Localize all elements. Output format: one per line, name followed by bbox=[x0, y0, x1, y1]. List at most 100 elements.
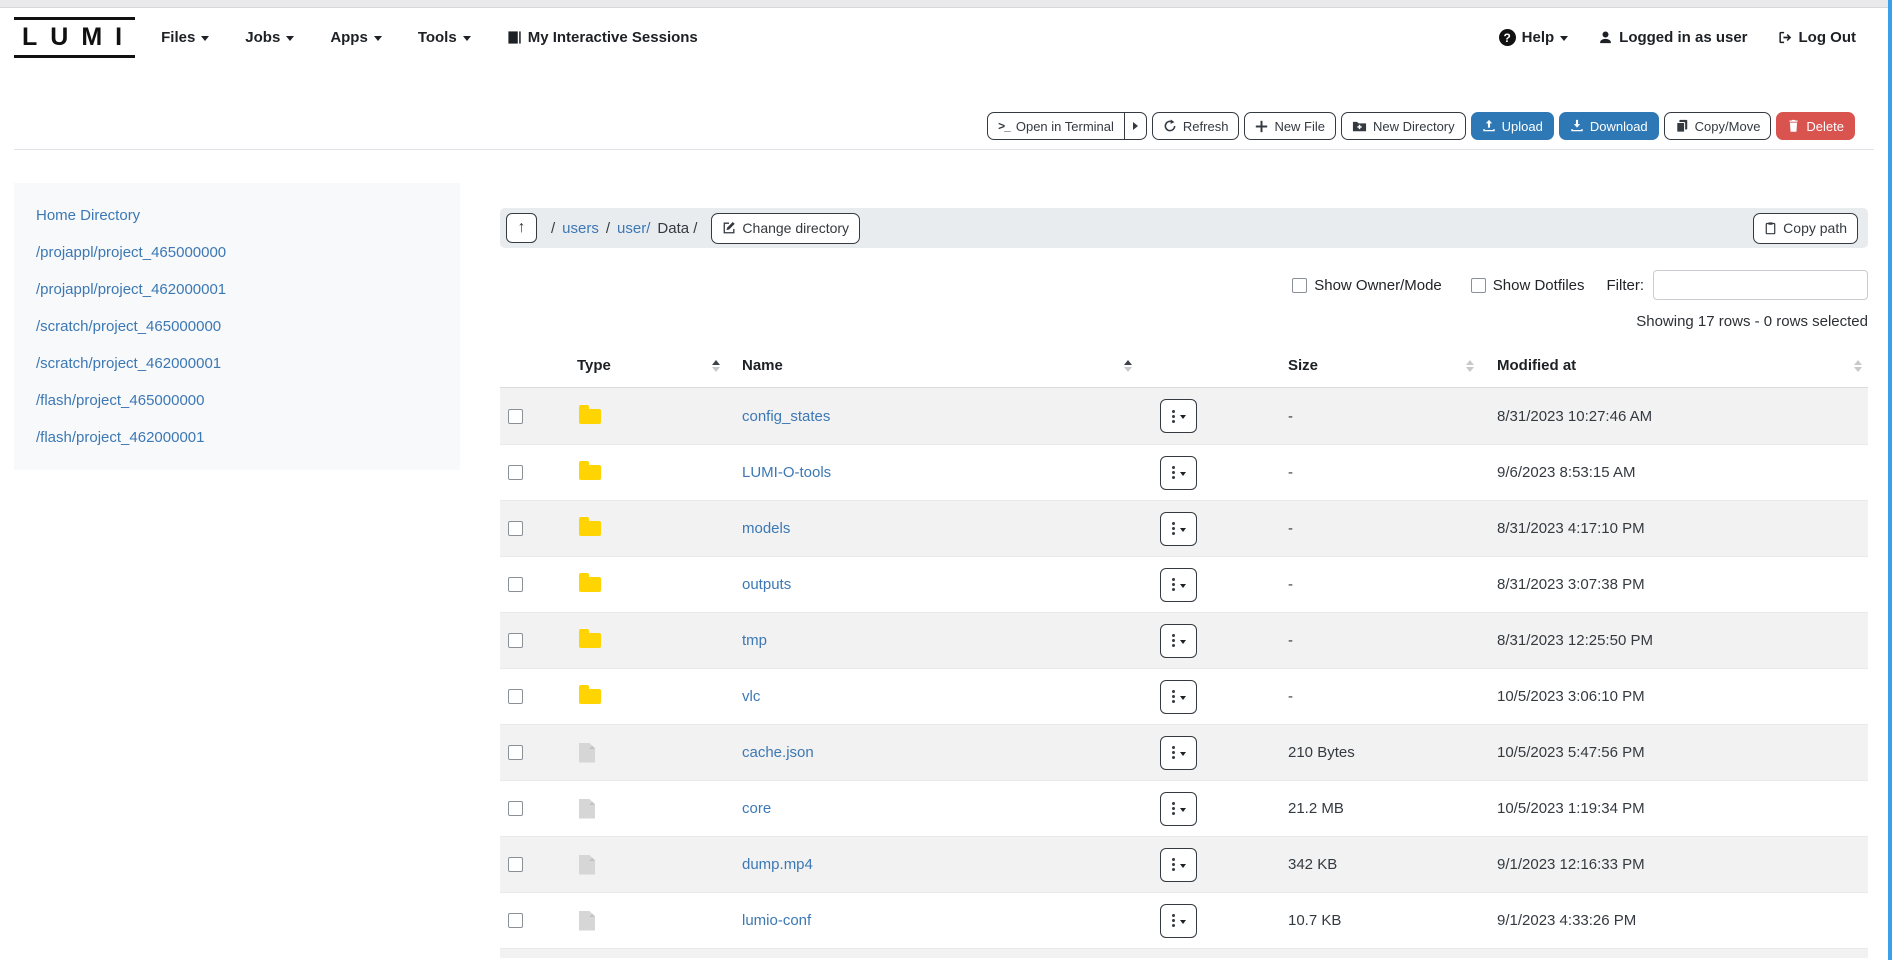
pencil-square-icon bbox=[722, 221, 736, 235]
copy-path-button[interactable]: Copy path bbox=[1753, 213, 1858, 244]
caret-down-icon bbox=[1180, 752, 1186, 756]
sidebar-item-path[interactable]: /flash/project_465000000 bbox=[36, 382, 450, 419]
copy-move-button[interactable]: Copy/Move bbox=[1664, 112, 1772, 140]
breadcrumb-text: / bbox=[551, 220, 555, 237]
row-actions-dropdown[interactable] bbox=[1160, 736, 1197, 770]
open-in-terminal-caret-button[interactable] bbox=[1125, 112, 1147, 140]
row-actions-dropdown[interactable] bbox=[1160, 568, 1197, 602]
file-size: - bbox=[1288, 576, 1293, 593]
row-actions-dropdown[interactable] bbox=[1160, 680, 1197, 714]
row-checkbox[interactable] bbox=[508, 633, 523, 648]
caret-down-icon bbox=[1180, 415, 1186, 419]
file-modified: 9/1/2023 12:16:33 PM bbox=[1497, 856, 1645, 873]
sidebar-item-path[interactable]: /projappl/project_465000000 bbox=[36, 234, 450, 271]
interactive-sessions-icon bbox=[507, 30, 522, 45]
new-directory-button[interactable]: New Directory bbox=[1341, 112, 1466, 140]
file-size: 210 Bytes bbox=[1288, 744, 1355, 761]
sidebar-item-path[interactable]: /scratch/project_465000000 bbox=[36, 308, 450, 345]
open-in-terminal-button[interactable]: >_ Open in Terminal bbox=[987, 112, 1125, 140]
file-name-link[interactable]: lumio-conf bbox=[728, 912, 811, 929]
row-checkbox[interactable] bbox=[508, 577, 523, 592]
file-modified: 8/31/2023 4:17:10 PM bbox=[1497, 520, 1645, 537]
logout-label: Log Out bbox=[1799, 29, 1856, 46]
show-owner-checkbox-input[interactable] bbox=[1292, 278, 1307, 293]
row-actions-dropdown[interactable] bbox=[1160, 512, 1197, 546]
breadcrumb-link[interactable]: user/ bbox=[617, 220, 650, 237]
table-header-row: Type Name Size Modified at bbox=[500, 344, 1868, 388]
file-toolbar: >_ Open in Terminal Refresh New File New… bbox=[0, 112, 1892, 140]
caret-down-icon bbox=[1180, 920, 1186, 924]
file-name-link[interactable]: dump.mp4 bbox=[728, 856, 813, 873]
row-checkbox[interactable] bbox=[508, 465, 523, 480]
file-name-link[interactable]: vlc bbox=[728, 688, 760, 705]
show-dotfiles-checkbox[interactable]: Show Dotfiles bbox=[1471, 277, 1585, 294]
nav-item-label: Jobs bbox=[245, 29, 280, 46]
nav-item-jobs[interactable]: Jobs bbox=[245, 29, 294, 46]
row-actions-dropdown[interactable] bbox=[1160, 624, 1197, 658]
vertical-dots-icon bbox=[1172, 919, 1175, 922]
file-name-link[interactable]: LUMI-O-tools bbox=[728, 464, 831, 481]
column-header-modified[interactable]: Modified at bbox=[1488, 344, 1868, 387]
file-name-link[interactable]: cache.json bbox=[728, 744, 814, 761]
download-label: Download bbox=[1590, 119, 1648, 134]
show-owner-checkbox[interactable]: Show Owner/Mode bbox=[1292, 277, 1442, 294]
filter-input[interactable] bbox=[1653, 270, 1868, 300]
logout-button[interactable]: Log Out bbox=[1778, 29, 1856, 46]
column-header-name[interactable]: Name bbox=[728, 344, 1140, 387]
up-arrow-icon: ↑ bbox=[518, 219, 526, 237]
folder-icon bbox=[579, 409, 601, 424]
nav-item-apps[interactable]: Apps bbox=[330, 29, 382, 46]
file-name-link[interactable]: config_states bbox=[728, 408, 830, 425]
file-size: - bbox=[1288, 408, 1293, 425]
file-name-link[interactable]: core bbox=[728, 800, 771, 817]
sidebar-item-path[interactable]: /flash/project_462000001 bbox=[36, 419, 450, 456]
nav-item-my-interactive-sessions[interactable]: My Interactive Sessions bbox=[507, 29, 698, 46]
file-modified: 10/5/2023 1:19:34 PM bbox=[1497, 800, 1645, 817]
refresh-button[interactable]: Refresh bbox=[1152, 112, 1240, 140]
change-directory-label: Change directory bbox=[742, 220, 849, 236]
row-checkbox[interactable] bbox=[508, 689, 523, 704]
breadcrumb-link[interactable]: users bbox=[562, 220, 599, 237]
upload-button[interactable]: Upload bbox=[1471, 112, 1554, 140]
delete-label: Delete bbox=[1806, 119, 1844, 134]
row-actions-dropdown[interactable] bbox=[1160, 848, 1197, 882]
row-actions-dropdown[interactable] bbox=[1160, 792, 1197, 826]
sidebar-item-home-directory[interactable]: Home Directory bbox=[36, 197, 450, 234]
lumi-logo[interactable]: LUMI bbox=[14, 17, 135, 58]
row-checkbox[interactable] bbox=[508, 857, 523, 872]
nav-item-files[interactable]: Files bbox=[161, 29, 209, 46]
file-modified: 9/1/2023 4:33:26 PM bbox=[1497, 912, 1636, 929]
row-actions-dropdown[interactable] bbox=[1160, 399, 1197, 433]
column-header-type[interactable]: Type bbox=[565, 344, 728, 387]
row-actions-dropdown[interactable] bbox=[1160, 904, 1197, 938]
row-checkbox[interactable] bbox=[508, 913, 523, 928]
file-icon bbox=[579, 855, 595, 875]
row-checkbox[interactable] bbox=[508, 521, 523, 536]
caret-down-icon bbox=[1180, 640, 1186, 644]
nav-item-tools[interactable]: Tools bbox=[418, 29, 471, 46]
file-name-link[interactable]: tmp bbox=[728, 632, 767, 649]
row-actions-dropdown[interactable] bbox=[1160, 456, 1197, 490]
file-name-link[interactable]: outputs bbox=[728, 576, 791, 593]
new-file-button[interactable]: New File bbox=[1244, 112, 1336, 140]
toolbar-divider bbox=[14, 149, 1874, 150]
row-checkbox[interactable] bbox=[508, 801, 523, 816]
table-controls: Show Owner/Mode Show Dotfiles Filter: bbox=[500, 270, 1868, 300]
open-in-terminal-group: >_ Open in Terminal bbox=[987, 112, 1147, 140]
download-button[interactable]: Download bbox=[1559, 112, 1659, 140]
help-menu[interactable]: ? Help bbox=[1499, 29, 1569, 46]
file-name-link[interactable]: models bbox=[728, 520, 790, 537]
row-checkbox[interactable] bbox=[508, 745, 523, 760]
delete-button[interactable]: Delete bbox=[1776, 112, 1855, 140]
files-table: Type Name Size Modified at bbox=[500, 344, 1868, 958]
sort-indicator bbox=[1854, 360, 1862, 372]
column-header-size[interactable]: Size bbox=[1272, 344, 1488, 387]
up-directory-button[interactable]: ↑ bbox=[506, 213, 537, 243]
file-modified: 10/5/2023 5:47:56 PM bbox=[1497, 744, 1645, 761]
new-file-label: New File bbox=[1274, 119, 1325, 134]
row-checkbox[interactable] bbox=[508, 409, 523, 424]
show-dotfiles-checkbox-input[interactable] bbox=[1471, 278, 1486, 293]
change-directory-button[interactable]: Change directory bbox=[711, 213, 860, 244]
sidebar-item-path[interactable]: /projappl/project_462000001 bbox=[36, 271, 450, 308]
sidebar-item-path[interactable]: /scratch/project_462000001 bbox=[36, 345, 450, 382]
